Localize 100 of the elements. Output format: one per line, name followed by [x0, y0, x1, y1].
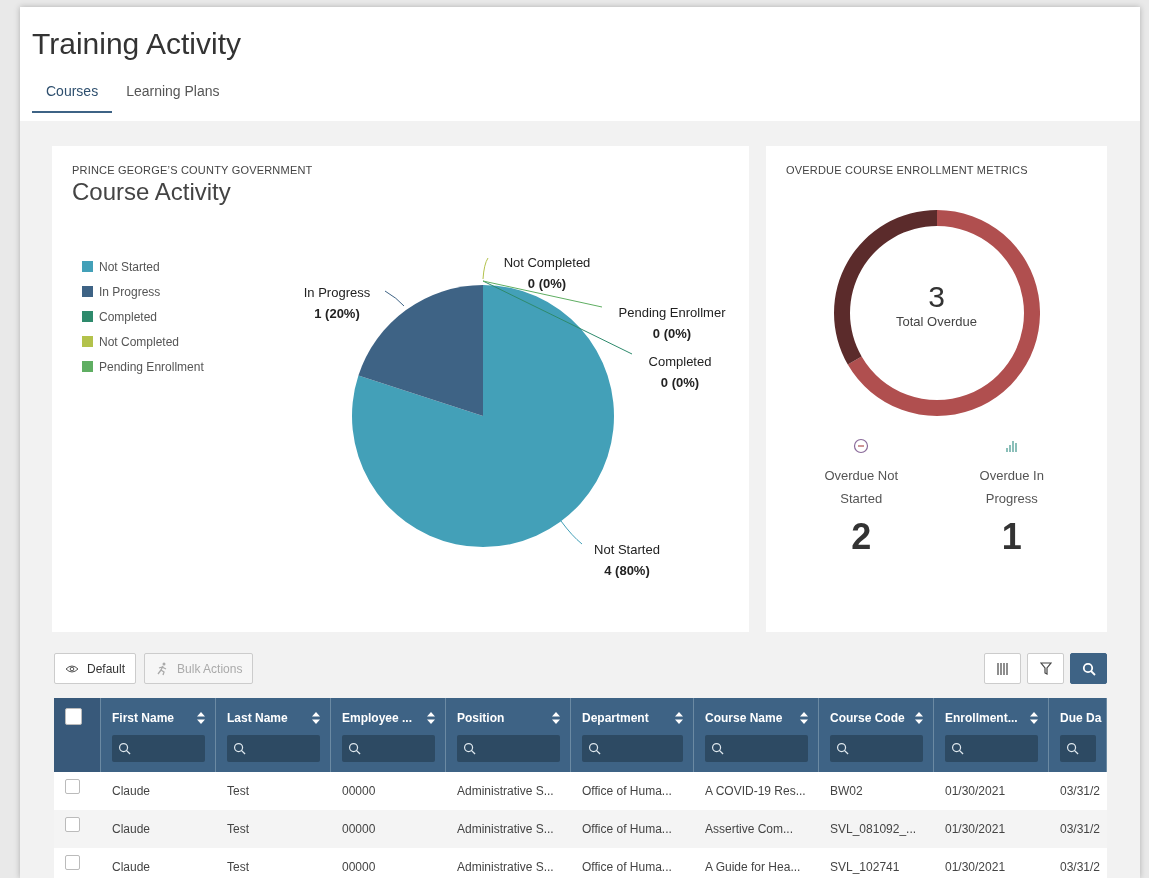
- legend-label[interactable]: Not Started: [99, 259, 160, 274]
- search-icon: [348, 742, 361, 755]
- leader-line: [384, 290, 405, 307]
- table-cell: 00000: [342, 822, 376, 836]
- row-checkbox[interactable]: [65, 855, 80, 870]
- table-cell: Administrative S...: [457, 784, 554, 798]
- table-cell: 01/30/2021: [945, 822, 1006, 836]
- table-cell: 03/31/2: [1060, 860, 1101, 874]
- column-header[interactable]: Enrollment...: [945, 711, 1018, 725]
- metric-value: 1: [1001, 516, 1022, 558]
- table-cell: 01/30/2021: [945, 860, 1006, 874]
- columns-button[interactable]: [984, 653, 1021, 684]
- search-icon: [951, 742, 964, 755]
- search-icon: [836, 742, 849, 755]
- sort-icon[interactable]: [1030, 712, 1038, 724]
- minus-circle-icon: [853, 438, 870, 454]
- table-cell: Administrative S...: [457, 860, 554, 874]
- total-label: Total Overdue: [895, 314, 978, 329]
- data-label: Not Started 4 (80%): [594, 542, 660, 578]
- column-filter-field[interactable]: [227, 735, 320, 762]
- data-label: Completed 0 (0%): [648, 354, 712, 390]
- search-icon: [463, 742, 476, 755]
- sort-icon[interactable]: [800, 712, 808, 724]
- table-cell: Test: [227, 822, 249, 836]
- column-filter-field[interactable]: [945, 735, 1038, 762]
- column-filter-field[interactable]: [457, 735, 560, 762]
- sort-icon[interactable]: [915, 712, 923, 724]
- table-cell: Office of Huma...: [582, 860, 672, 874]
- column-header[interactable]: Employee ...: [342, 711, 413, 725]
- select-all-checkbox[interactable]: [65, 708, 82, 725]
- legend-label[interactable]: Completed: [99, 309, 158, 324]
- table-cell: BW02: [830, 784, 863, 798]
- table-cell: SVL_081092_...: [830, 822, 917, 836]
- legend-swatch: [82, 311, 93, 322]
- legend-swatch: [82, 261, 93, 272]
- column-header[interactable]: First Name: [112, 711, 175, 725]
- sort-icon[interactable]: [197, 712, 205, 724]
- table-cell: 00000: [342, 784, 376, 798]
- column-header[interactable]: Position: [457, 711, 505, 725]
- card-title: Course Activity: [72, 178, 232, 206]
- columns-icon: [995, 662, 1010, 675]
- metric-label: Overdue In Progress: [978, 467, 1045, 508]
- table-cell: 00000: [342, 860, 376, 874]
- table-cell: Test: [227, 860, 249, 874]
- column-filter-field[interactable]: [705, 735, 808, 762]
- eye-icon: [65, 663, 79, 674]
- column-filter-field[interactable]: [112, 735, 205, 762]
- filter-button[interactable]: [1027, 653, 1064, 684]
- table-cell: Test: [227, 784, 249, 798]
- sort-icon[interactable]: [552, 712, 560, 724]
- row-checkbox[interactable]: [65, 817, 80, 832]
- legend-label[interactable]: Not Completed: [99, 334, 180, 349]
- sort-icon[interactable]: [675, 712, 683, 724]
- column-header[interactable]: Course Name: [705, 711, 783, 725]
- data-label: In Progress 1 (20%): [303, 285, 371, 321]
- table-cell: A Guide for Hea...: [705, 860, 801, 874]
- column-filter-field[interactable]: [342, 735, 435, 762]
- row-checkbox[interactable]: [65, 779, 80, 794]
- search-button[interactable]: [1070, 653, 1107, 684]
- tab[interactable]: Learning Plans: [112, 83, 234, 113]
- search-icon: [1081, 661, 1096, 676]
- view-button[interactable]: Default: [54, 653, 137, 684]
- donut-segment[interactable]: [847, 210, 1040, 416]
- legend-swatch: [82, 361, 93, 372]
- metric-label: Overdue Not Started: [823, 467, 900, 508]
- table-cell: 03/31/2: [1060, 784, 1101, 798]
- card-subtitle: PRINCE GEORGE’S COUNTY GOVERNMENT: [72, 164, 314, 176]
- table-cell: Assertive Com...: [705, 822, 794, 836]
- legend-swatch: [82, 336, 93, 347]
- column-filter-field[interactable]: [582, 735, 683, 762]
- legend-label[interactable]: Pending Enrollment: [99, 359, 204, 374]
- search-icon: [233, 742, 246, 755]
- leader-line: [560, 520, 583, 545]
- table-cell: 03/31/2: [1060, 822, 1101, 836]
- column-header[interactable]: Department: [582, 711, 649, 725]
- tab[interactable]: Courses: [32, 83, 113, 113]
- column-filter-field[interactable]: [1060, 735, 1096, 762]
- card-subtitle: OVERDUE COURSE ENROLLMENT METRICS: [786, 164, 1029, 176]
- column-header[interactable]: Last Name: [227, 711, 288, 725]
- table-cell: Claude: [112, 860, 151, 874]
- table-cell: Claude: [112, 784, 151, 798]
- table-cell: Administrative S...: [457, 822, 554, 836]
- table-cell: SVL_102741: [830, 860, 900, 874]
- search-icon: [588, 742, 601, 755]
- column-header[interactable]: Course Code: [830, 711, 905, 725]
- filter-icon: [1039, 662, 1052, 675]
- page-title: Training Activity: [32, 27, 242, 61]
- search-icon: [1066, 742, 1079, 755]
- sort-icon[interactable]: [312, 712, 320, 724]
- table-cell: Claude: [112, 822, 151, 836]
- table-cell: Office of Huma...: [582, 784, 672, 798]
- table-cell: 01/30/2021: [945, 784, 1006, 798]
- legend-label[interactable]: In Progress: [99, 284, 161, 299]
- sort-icon[interactable]: [427, 712, 435, 724]
- column-header[interactable]: Due Da: [1060, 711, 1102, 725]
- data-label: Not Completed 0 (0%): [503, 255, 591, 291]
- legend-swatch: [82, 286, 93, 297]
- data-label: Pending Enrollmer 0 (0%): [618, 305, 726, 341]
- column-filter-field[interactable]: [830, 735, 923, 762]
- search-icon: [711, 742, 724, 755]
